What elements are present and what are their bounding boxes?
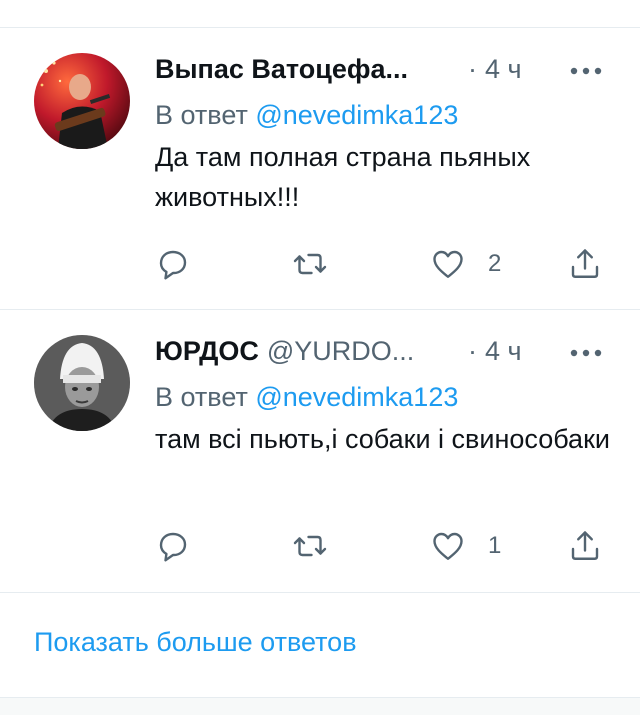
reply-button[interactable] [155,526,213,566]
show-more-replies-link[interactable]: Показать больше ответов [34,627,357,658]
reply-icon [159,532,187,562]
share-icon [571,531,599,560]
reply-prefix: В ответ [155,382,256,412]
tweet-header: ЮРДОС @YURDO... · 4 ч [155,336,612,370]
reply-mention-link[interactable]: @nevedimka123 [255,382,458,412]
reply-mention-link[interactable]: @nevedimka123 [255,100,458,130]
user-handle[interactable]: @YURDO... [267,336,414,366]
tweet-divider [0,592,640,593]
reply-context: В ответ @nevedimka123 [155,382,612,413]
like-count: 1 [488,532,502,559]
timestamp[interactable]: 4 ч [485,336,522,367]
bottom-strip [0,698,640,715]
avatar[interactable] [34,335,130,431]
retweet-button[interactable] [292,526,350,566]
share-icon [571,249,599,278]
retweet-icon [293,253,327,275]
separator-dot: · [468,54,477,84]
timestamp[interactable]: 4 ч [485,54,522,85]
tweet-1[interactable]: Выпас Ватоцефа... · 4 ч В ответ @nevedim… [0,28,640,308]
tweet-text: там всі пьють,і собаки і свинособаки [155,424,610,454]
avatar[interactable] [34,53,130,149]
share-button[interactable] [567,244,603,284]
reply-button[interactable] [155,244,213,284]
tweet-actions: 2 [155,244,610,284]
tweet-content: Выпас Ватоцефа... · 4 ч В ответ @nevedim… [155,54,612,217]
tweet-actions: 1 [155,526,610,566]
like-count: 2 [488,250,502,277]
retweet-button[interactable] [292,244,350,284]
like-icon [433,250,463,278]
share-button[interactable] [567,526,603,566]
tweet-2[interactable]: ЮРДОС @YURDO... · 4 ч В ответ @nevedimka1… [0,310,640,590]
like-button[interactable]: 2 [430,244,501,284]
tweet-header: Выпас Ватоцефа... · 4 ч [155,54,612,88]
display-name[interactable]: Выпас Ватоцефа... [155,54,408,84]
like-icon [433,532,463,560]
reply-context: В ответ @nevedimka123 [155,100,612,131]
retweet-icon [293,535,327,557]
reply-icon [159,250,187,280]
tweet-text: Да там полная страна пьяных животных!!! [155,142,531,212]
more-icon[interactable] [570,64,602,78]
like-button[interactable]: 1 [430,526,501,566]
display-name[interactable]: ЮРДОС [155,336,259,366]
more-icon[interactable] [570,346,602,360]
separator-dot: · [468,336,477,366]
reply-prefix: В ответ [155,100,256,130]
tweet-content: ЮРДОС @YURDO... · 4 ч В ответ @nevedimka1… [155,336,612,459]
